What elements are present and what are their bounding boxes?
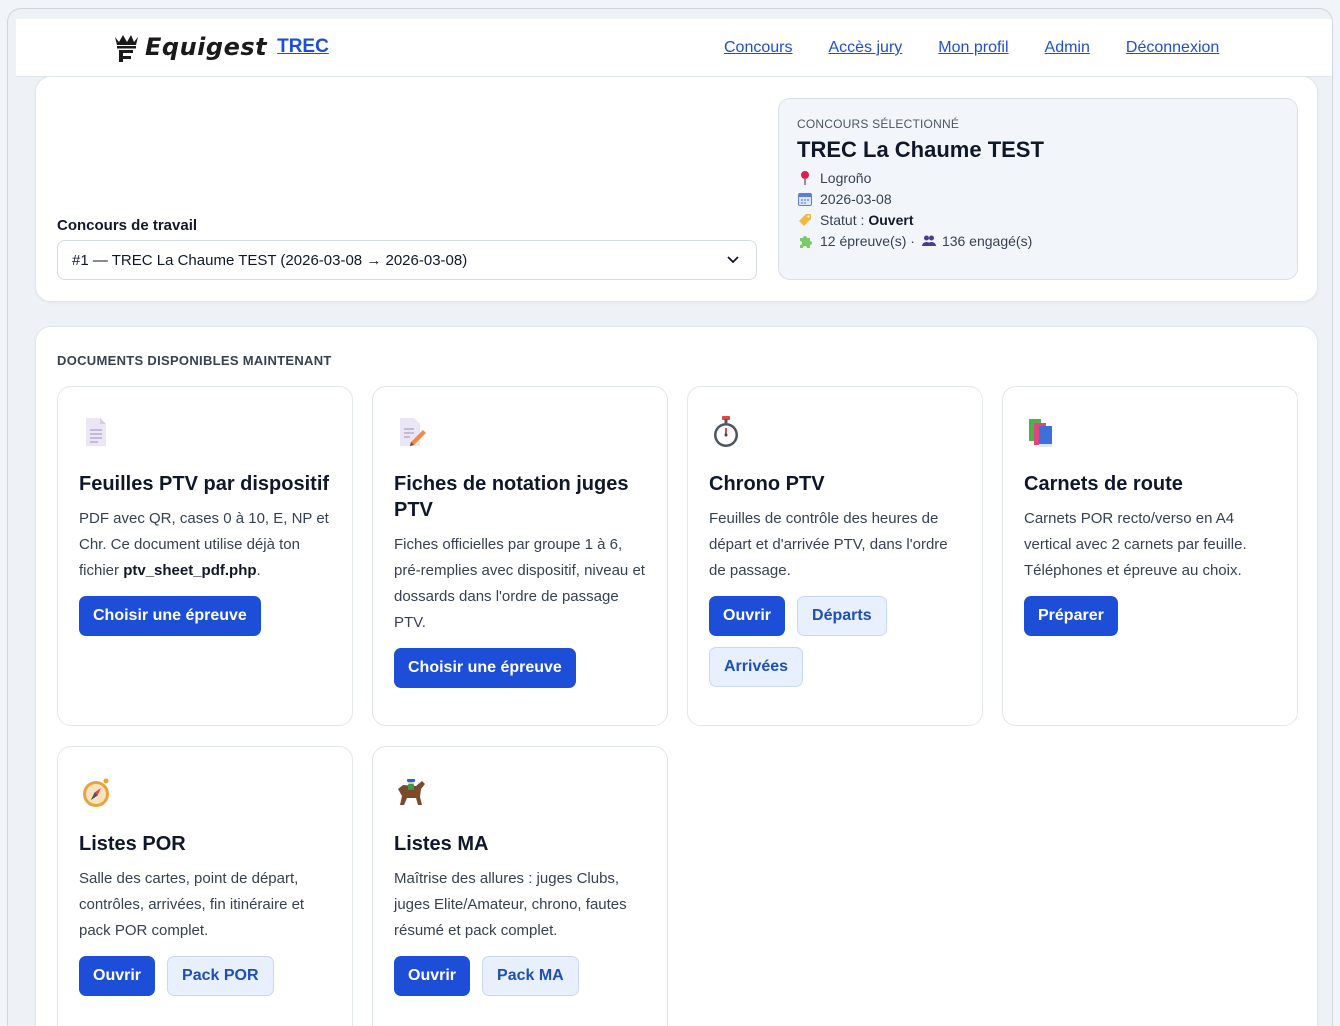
card-feuilles-ptv: Feuilles PTV par dispositif PDF avec QR,…	[57, 386, 353, 726]
nav-mon-profil[interactable]: Mon profil	[938, 39, 1008, 57]
engages-count: 136 engagé(s)	[941, 233, 1033, 249]
date-line: 2026-03-08	[797, 191, 1279, 207]
puzzle-icon	[800, 236, 812, 248]
competition-select[interactable]: #1 — TREC La Chaume TEST (2026-03-08 → 2…	[57, 240, 757, 280]
status-line: Statut : Ouvert	[797, 212, 1279, 228]
open-chrono-button[interactable]: Ouvrir	[709, 596, 786, 636]
compass-icon	[83, 778, 109, 807]
horse-racing-icon	[398, 779, 425, 805]
stopwatch-icon	[714, 416, 738, 447]
card-listes-por: Listes POR Salle des cartes, point de dé…	[57, 746, 353, 1026]
selected-competition-card: CONCOURS SÉLECTIONNÉ TREC La Chaume TEST…	[778, 98, 1298, 280]
card-description: Fiches officielles par groupe 1 à 6, pré…	[394, 536, 645, 631]
open-por-button[interactable]: Ouvrir	[79, 956, 156, 996]
choose-epreuve-button[interactable]: Choisir une épreuve	[79, 596, 261, 636]
status-value: Ouvert	[868, 212, 914, 228]
open-ma-button[interactable]: Ouvrir	[394, 956, 471, 996]
counts-line: 12 épreuve(s) · 136 engagé(s)	[797, 233, 1279, 249]
card-fiches-notation: Fiches de notation juges PTV Fiches offi…	[372, 386, 668, 726]
card-listes-ma: Listes MA Maîtrise des allures : juges C…	[372, 746, 668, 1026]
card-title: Feuilles PTV par dispositif	[79, 473, 330, 495]
desc-period: .	[256, 562, 261, 579]
card-title: Chrono PTV	[709, 473, 825, 495]
chevron-down-icon	[727, 256, 739, 264]
card-description: PDF avec QR, cases 0 à 10, E, NP et Chr.…	[79, 506, 331, 584]
memo-pencil-icon	[400, 418, 426, 446]
card-carnets-route: Carnets de route Carnets POR recto/verso…	[1002, 386, 1298, 726]
selected-kicker: CONCOURS SÉLECTIONNÉ	[797, 117, 960, 131]
workspace-field-label: Concours de travail	[57, 217, 198, 234]
document-icon	[86, 418, 106, 446]
location-text: Logroño	[820, 170, 872, 186]
desc-filename: ptv_sheet_pdf.php	[123, 562, 257, 579]
card-title: Fiches de notation juges PTV	[394, 473, 629, 521]
card-title: Listes POR	[79, 833, 186, 855]
pin-icon	[801, 171, 809, 185]
departs-button[interactable]: Départs	[797, 596, 887, 636]
workspace-panel: Concours de travail #1 — TREC La Chaume …	[35, 76, 1318, 302]
main-nav: Concours Accès jury Mon profil Admin Déc…	[724, 39, 1255, 57]
card-title: Listes MA	[394, 833, 489, 855]
preparer-button[interactable]: Préparer	[1024, 596, 1118, 636]
books-icon	[1029, 419, 1052, 447]
logo-text: Equigest	[145, 33, 268, 61]
card-description: Feuilles de contrôle des heures de dépar…	[709, 510, 948, 579]
card-description: Maîtrise des allures : juges Clubs, juge…	[394, 870, 627, 939]
nav-acces-jury[interactable]: Accès jury	[828, 39, 902, 57]
arrivees-button[interactable]: Arrivées	[709, 647, 804, 687]
pack-por-button[interactable]: Pack POR	[167, 956, 274, 996]
nav-deconnexion[interactable]: Déconnexion	[1126, 39, 1219, 57]
brand[interactable]: Equigest TREC	[111, 31, 329, 63]
people-icon	[921, 235, 936, 246]
documents-section-title: DOCUMENTS DISPONIBLES MAINTENANT	[57, 353, 332, 368]
card-description: Salle des cartes, point de départ, contr…	[79, 870, 305, 939]
epreuves-count: 12 épreuve(s) ·	[820, 233, 915, 249]
calendar-icon	[798, 193, 812, 206]
pack-ma-button[interactable]: Pack MA	[482, 956, 579, 996]
brand-trec-link[interactable]: TREC	[277, 36, 329, 58]
card-description: Carnets POR recto/verso en A4 vertical a…	[1024, 510, 1247, 579]
selected-title: TREC La Chaume TEST	[797, 137, 1044, 162]
card-title: Carnets de route	[1024, 473, 1183, 495]
competition-select-value: #1 — TREC La Chaume TEST (2026-03-08 → 2…	[72, 251, 468, 269]
tag-icon	[799, 214, 811, 226]
documents-panel: DOCUMENTS DISPONIBLES MAINTENANT Feuille…	[35, 326, 1318, 1026]
choose-epreuve-button[interactable]: Choisir une épreuve	[394, 648, 576, 688]
status-label: Statut :	[820, 212, 865, 228]
nav-concours[interactable]: Concours	[724, 39, 792, 57]
nav-admin[interactable]: Admin	[1045, 39, 1090, 57]
date-text: 2026-03-08	[820, 191, 892, 207]
top-navbar: Equigest TREC Concours Accès jury Mon pr…	[16, 19, 1332, 77]
location-line: Logroño	[797, 170, 1279, 186]
card-chrono-ptv: Chrono PTV Feuilles de contrôle des heur…	[687, 386, 983, 726]
equigest-logo-icon	[115, 35, 138, 62]
app-frame: Equigest TREC Concours Accès jury Mon pr…	[7, 8, 1333, 1026]
